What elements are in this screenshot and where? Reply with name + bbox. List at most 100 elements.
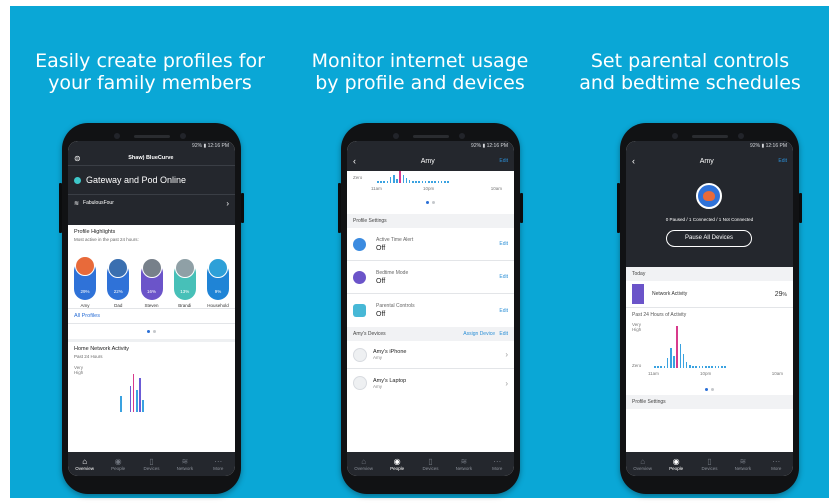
tab-overview[interactable]: ⌂ Overview xyxy=(70,457,100,471)
tab-more[interactable]: ⋯ More xyxy=(482,457,512,471)
tick-label: 10pm xyxy=(423,186,435,191)
bar xyxy=(408,180,411,183)
profile-pill[interactable]: 9% Household xyxy=(207,258,229,308)
bar xyxy=(695,366,698,368)
dot xyxy=(432,201,435,204)
bar xyxy=(679,344,682,368)
clock-icon xyxy=(353,237,366,251)
bar xyxy=(424,181,427,183)
home-network-activity: Home Network Activity Past 24 Hours Very… xyxy=(68,342,235,412)
online-check-icon xyxy=(74,176,81,184)
setting-bedtime-mode[interactable]: Bedtime Mode Off Edit xyxy=(347,261,514,294)
tab-more[interactable]: ⋯ More xyxy=(761,457,791,471)
caption-line: Set parental controls xyxy=(590,50,790,72)
caption-line: your family members xyxy=(48,72,252,94)
profile-percent: 16% xyxy=(146,289,156,294)
usage-bars xyxy=(377,171,449,183)
profile-highlights: Profile Highlights Most active in the pa… xyxy=(68,225,235,246)
tab-label: Devices xyxy=(143,466,160,471)
setting-value: Off xyxy=(376,277,386,285)
edit-button[interactable]: Edit xyxy=(499,331,508,337)
device-row[interactable]: Amy's iPhone Amy › xyxy=(347,341,514,369)
bar xyxy=(654,366,656,368)
tab-network[interactable]: ≋ Network xyxy=(449,457,479,471)
tab-people[interactable]: ◉ People xyxy=(103,457,133,471)
chevron-right-icon: › xyxy=(505,378,508,388)
speaker-grille xyxy=(413,135,449,138)
profile-percent: 9% xyxy=(214,289,222,294)
highlights-subtitle: Most active in the past 24 hours: xyxy=(74,237,139,242)
tab-devices[interactable]: ▯ Devices xyxy=(136,457,166,471)
tab-label: Devices xyxy=(701,466,718,471)
tab-more[interactable]: ⋯ More xyxy=(203,457,233,471)
setting-parental-controls[interactable]: Parental Controls Off Edit xyxy=(347,294,514,327)
tick-label: 10am xyxy=(490,186,502,191)
caption-line: Easily create profiles for xyxy=(35,50,265,72)
tab-network[interactable]: ≋ Network xyxy=(728,457,758,471)
bar xyxy=(657,366,659,368)
pause-all-devices-button[interactable]: Pause All Devices xyxy=(666,230,752,247)
bar xyxy=(418,181,421,183)
back-arrow-icon[interactable]: ‹ xyxy=(632,156,635,166)
canvas: Easily create profiles for your family m… xyxy=(0,0,837,504)
bar xyxy=(660,366,662,368)
edit-button[interactable]: Edit xyxy=(499,308,508,314)
device-row[interactable]: Amy's Laptop Amy › xyxy=(347,369,514,397)
bar xyxy=(669,348,672,368)
profile-pill[interactable]: 29% Amy xyxy=(74,256,96,308)
screen: 92% ▮ 12:16 PM ⊜ Shaw) BlueCurve Gateway… xyxy=(68,141,235,476)
profile-header: ‹ Amy Edit 0 Paused / 1 Connected / 1 No… xyxy=(626,151,793,267)
edit-button[interactable]: Edit xyxy=(499,274,508,280)
dot xyxy=(153,330,156,333)
tab-people[interactable]: ◉ People xyxy=(661,457,691,471)
menu-icon[interactable]: ⊜ xyxy=(74,154,81,163)
all-profiles-link[interactable]: All Profiles xyxy=(68,309,235,323)
sensor-icon xyxy=(459,133,465,139)
app-bar: ⊜ Shaw) BlueCurve xyxy=(68,151,235,165)
bar xyxy=(705,366,707,368)
phone-profile-detail: 92% ▮ 12:16 PM ‹ Amy Edit Zero 11am 10pm xyxy=(338,123,523,494)
profile-name: Amy xyxy=(80,303,90,308)
profile-pill[interactable]: 22% Dad xyxy=(107,258,130,308)
tab-label: People xyxy=(669,466,684,471)
tab-devices[interactable]: ▯ Devices xyxy=(694,457,724,471)
status-bar: 92% ▮ 12:16 PM xyxy=(68,141,235,151)
chevron-right-icon: › xyxy=(226,198,229,208)
sensor-icon xyxy=(738,133,744,139)
chart-title: Past 24 Hours of Activity xyxy=(632,312,687,318)
all-profiles-label: All Profiles xyxy=(74,313,100,319)
wifi-icon: ≋ xyxy=(739,457,747,466)
tab-devices[interactable]: ▯ Devices xyxy=(415,457,445,471)
tab-overview[interactable]: ⌂ Overview xyxy=(349,457,379,471)
edit-button[interactable]: Edit xyxy=(778,158,787,164)
power-button xyxy=(799,193,802,223)
tab-label: More xyxy=(771,466,782,471)
tab-label: Devices xyxy=(422,466,439,471)
bar xyxy=(120,396,122,412)
bar xyxy=(392,175,395,183)
network-activity-row[interactable]: Network Activity 29% xyxy=(626,281,793,307)
network-row[interactable]: ≋ FabulousFour › xyxy=(68,195,235,211)
phone-parental-controls: 92% ▮ 12:16 PM ‹ Amy Edit 0 Paused / 1 C… xyxy=(617,123,802,494)
tab-overview[interactable]: ⌂ Overview xyxy=(628,457,658,471)
setting-active-time-alert[interactable]: Active Time Alert Off Edit xyxy=(347,228,514,261)
caption-line: by profile and devices xyxy=(315,72,525,94)
tab-network[interactable]: ≋ Network xyxy=(170,457,200,471)
bar xyxy=(421,181,424,183)
tab-people[interactable]: ◉ People xyxy=(382,457,412,471)
connection-counts: 0 Paused / 1 Connected / 1 Not Connected xyxy=(665,217,754,222)
gateway-status-row[interactable]: Gateway and Pod Online xyxy=(68,166,235,194)
assign-device-button[interactable]: Assign Device xyxy=(463,331,495,337)
edit-button[interactable]: Edit xyxy=(499,158,508,164)
profile-pill[interactable]: 16% Steven xyxy=(140,258,163,308)
edit-button[interactable]: Edit xyxy=(499,241,508,247)
wifi-icon: ≋ xyxy=(74,200,80,207)
camera-icon xyxy=(672,133,678,139)
profile-pill[interactable]: 13% Brandi xyxy=(173,258,196,308)
profile-name: Dad xyxy=(114,303,123,308)
back-arrow-icon[interactable]: ‹ xyxy=(353,156,356,166)
dot-active xyxy=(426,201,429,204)
tab-label: Overview xyxy=(75,466,95,471)
more-icon: ⋯ xyxy=(214,457,223,466)
status-bar: 92% ▮ 12:16 PM xyxy=(347,141,514,151)
